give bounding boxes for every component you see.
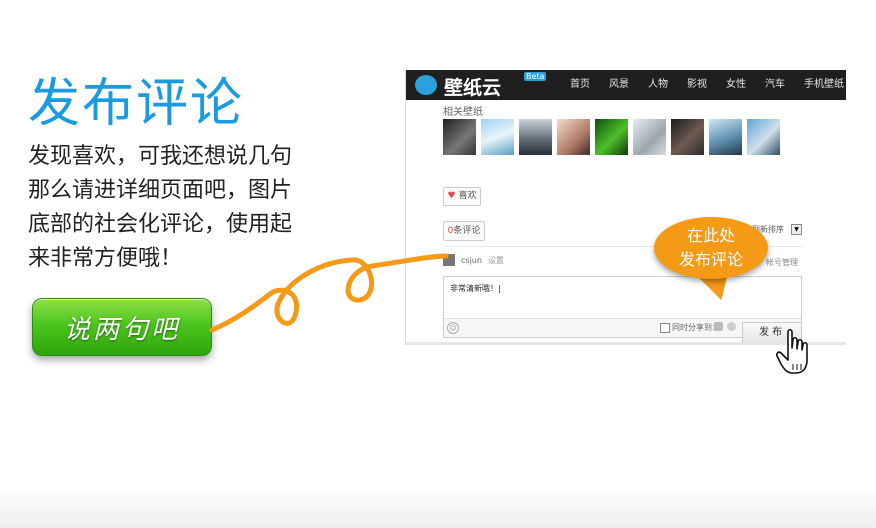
- hand-cursor-icon: [776, 328, 808, 374]
- bubble-line: 发布评论: [678, 250, 743, 269]
- bubble-line: 在此处: [686, 226, 735, 245]
- speech-bubble-text: 在此处 发布评论: [654, 224, 768, 272]
